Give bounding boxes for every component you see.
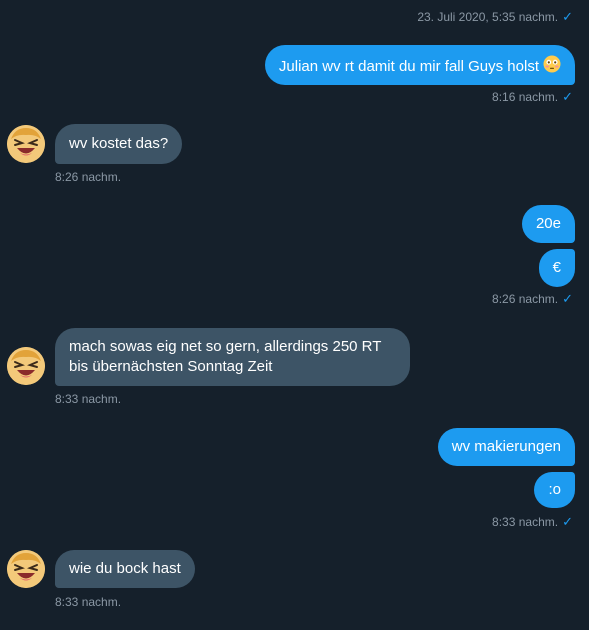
outgoing-message-bubble[interactable]: wv makierungen: [437, 428, 575, 466]
avatar-laughing-face-icon: [7, 347, 45, 385]
message-timestamp: 8:26 nachm.: [55, 170, 122, 184]
outgoing-message-bubble[interactable]: €: [538, 249, 575, 287]
message-timestamp: 8:33 nachm.: [55, 595, 122, 609]
avatar[interactable]: [7, 550, 45, 588]
avatar[interactable]: [7, 347, 45, 385]
avatar[interactable]: [7, 125, 45, 163]
message-timestamp: 8:16 nachm. ✓: [492, 89, 573, 105]
flushed-face-emoji-icon: [543, 55, 561, 79]
outgoing-message-bubble[interactable]: :o: [534, 472, 575, 508]
incoming-message-bubble[interactable]: mach sowas eig net so gern, allerdings 2…: [55, 328, 410, 386]
message-timestamp: 8:26 nachm. ✓: [492, 291, 573, 307]
outgoing-message-bubble[interactable]: Julian wv rt damit du mir fall Guys hols…: [264, 45, 575, 85]
checkmark-icon: ✓: [562, 89, 573, 104]
checkmark-icon: ✓: [562, 9, 573, 24]
message-timestamp: 8:33 nachm.: [55, 392, 122, 406]
incoming-message-bubble[interactable]: wie du bock hast: [55, 550, 195, 588]
checkmark-icon: ✓: [562, 291, 573, 306]
chat-thread: 23. Juli 2020, 5:35 nachm. ✓ Julian wv rt…: [0, 0, 589, 630]
message-timestamp: 23. Juli 2020, 5:35 nachm. ✓: [417, 9, 573, 25]
checkmark-icon: ✓: [562, 514, 573, 529]
avatar-laughing-face-icon: [7, 550, 45, 588]
avatar-laughing-face-icon: [7, 125, 45, 163]
outgoing-message-bubble[interactable]: 20e: [521, 205, 575, 243]
message-timestamp: 8:33 nachm. ✓: [492, 514, 573, 530]
incoming-message-bubble[interactable]: wv kostet das?: [55, 124, 183, 164]
